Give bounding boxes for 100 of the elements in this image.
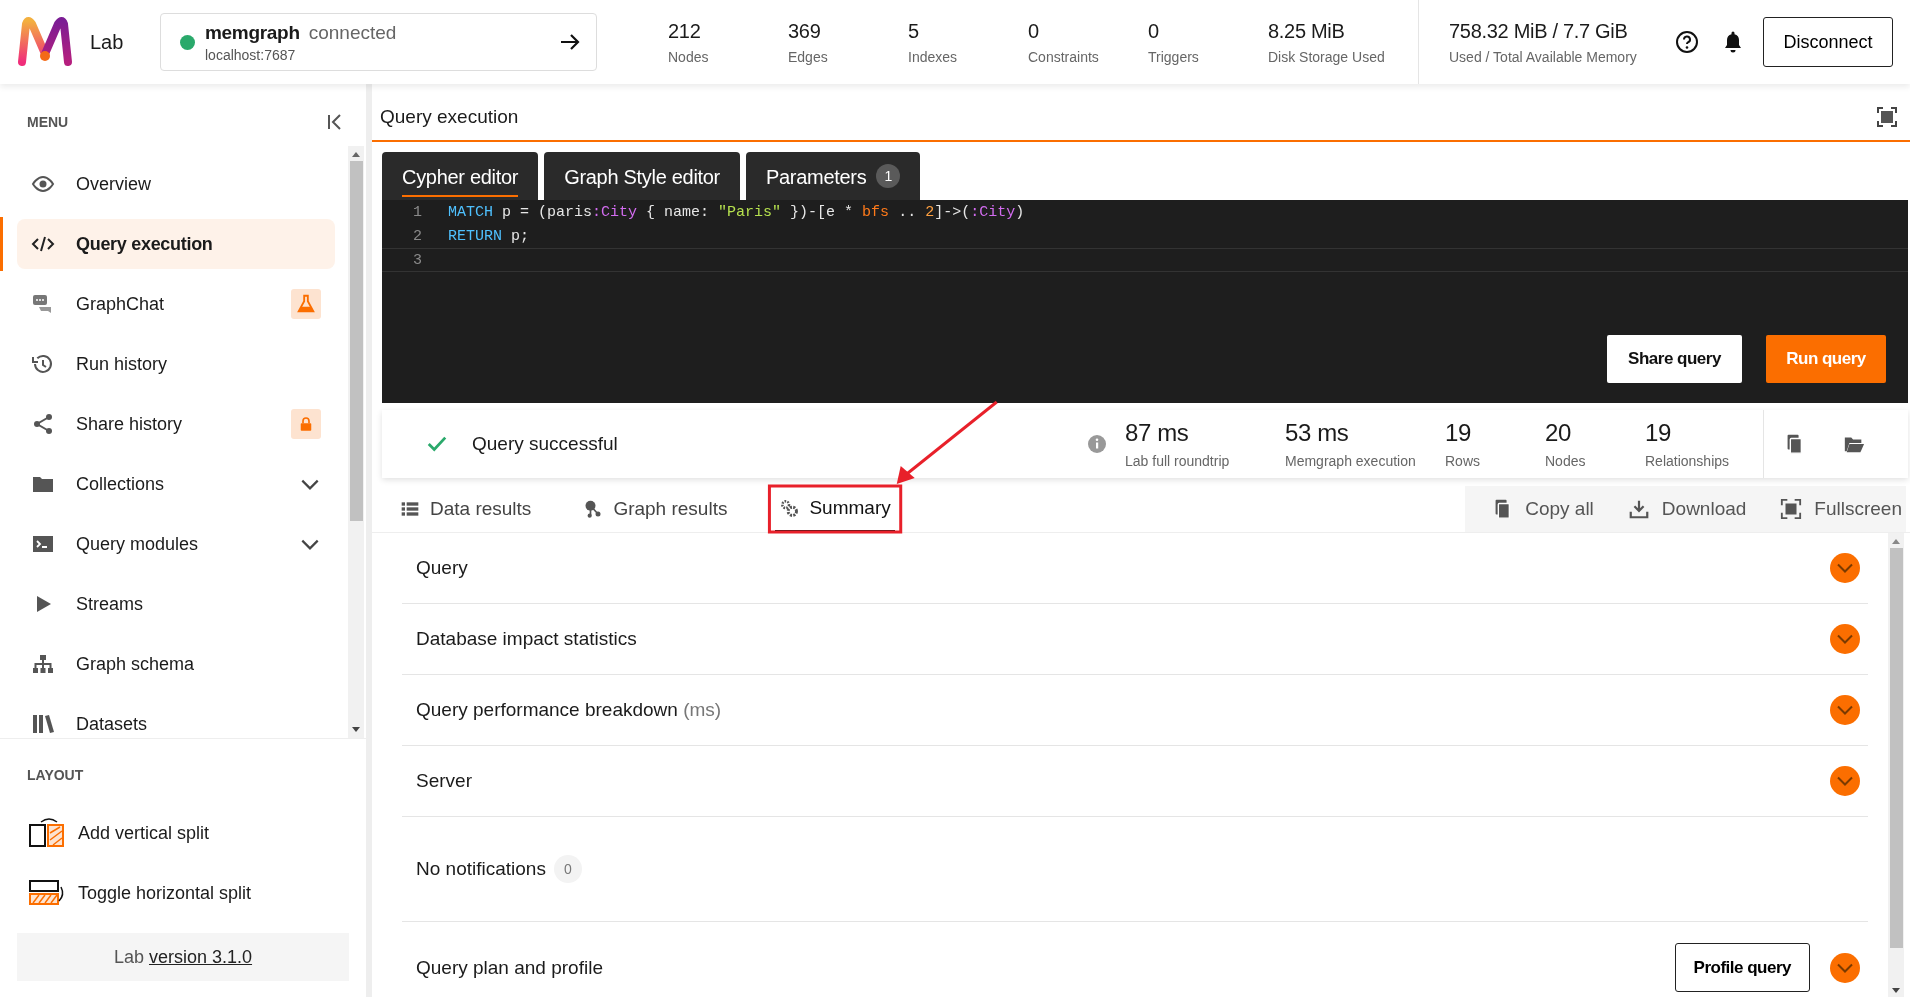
chevron-down-icon[interactable] xyxy=(301,538,319,550)
editor-tab[interactable]: Cypher editor xyxy=(382,152,539,200)
connection-name: memgraph xyxy=(205,21,300,44)
section-title: Query performance breakdown (ms) xyxy=(416,699,722,721)
section-title: No notifications xyxy=(416,858,546,880)
result-action[interactable]: Copy all xyxy=(1491,498,1594,520)
chevron-down-icon[interactable] xyxy=(301,478,319,490)
menu-item[interactable]: Query modules xyxy=(17,514,335,574)
collapse-icon[interactable] xyxy=(326,112,342,132)
metric-label: Relationships xyxy=(1645,453,1731,469)
menu-item[interactable]: Overview xyxy=(17,154,335,214)
menu-heading: MENU xyxy=(27,114,69,130)
info-icon[interactable] xyxy=(1087,434,1107,454)
metric-value: 20 xyxy=(1545,419,1572,447)
vertical-split-icon[interactable] xyxy=(29,817,66,849)
books-icon xyxy=(31,712,55,736)
stat-value: 0 xyxy=(1148,19,1160,43)
menu-item[interactable]: Datasets xyxy=(17,694,335,754)
scrollbar[interactable] xyxy=(1888,533,1904,997)
result-tab[interactable]: Graph results xyxy=(579,486,732,532)
line-number: 1 xyxy=(412,203,423,221)
metric-label: Nodes xyxy=(1545,453,1587,469)
result-tab[interactable]: Summary xyxy=(775,486,895,532)
menu-item[interactable]: GraphChat xyxy=(17,274,335,334)
expand-button[interactable] xyxy=(1830,695,1860,725)
chevron-down-icon xyxy=(1837,705,1853,715)
history-icon xyxy=(31,352,55,376)
metric-value: 53 ms xyxy=(1285,419,1350,447)
host-text: localhost:7687 xyxy=(205,46,297,63)
menu-item[interactable]: Streams xyxy=(17,574,335,634)
metric-value: 19 xyxy=(1645,419,1672,447)
disconnect-button[interactable]: Disconnect xyxy=(1763,17,1893,67)
menu-item[interactable]: Share history xyxy=(17,394,335,454)
profile-query-button[interactable]: Profile query xyxy=(1674,943,1810,992)
stat-label: Edges xyxy=(788,48,829,65)
expand-button[interactable] xyxy=(1830,952,1860,983)
connection-card[interactable]: memgraph connected localhost:7687 xyxy=(160,13,597,71)
expand-button[interactable] xyxy=(1830,624,1860,654)
hierarchy-icon xyxy=(31,652,55,676)
memory-label: Used / Total Available Memory xyxy=(1449,48,1638,65)
metric-value: 87 ms xyxy=(1125,419,1190,447)
editor-tab[interactable]: Graph Style editor xyxy=(544,152,740,200)
code-line: MATCH p = (paris:City { name: "Paris" })-[e * bfs .. 2]->(:City) xyxy=(448,203,1025,221)
connection-status: connected xyxy=(308,21,397,44)
line-number: 2 xyxy=(412,227,423,245)
stat-label: Triggers xyxy=(1148,48,1200,65)
stat-label: Disk Storage Used xyxy=(1268,48,1386,65)
code-editor[interactable]: 1 MATCH p = (paris:City { name: "Paris" })-[e * bfs .. 2]->(:City) 2 RETURN p; 3 Share query Run query xyxy=(382,200,1908,403)
fullscreen-icon xyxy=(1780,498,1803,520)
stat-value: 0 xyxy=(1028,19,1040,43)
section-title: Server xyxy=(416,770,472,792)
chevron-down-icon xyxy=(1837,563,1853,573)
result-action[interactable]: Fullscreen xyxy=(1780,498,1902,520)
layout-action[interactable]: Add vertical split xyxy=(78,822,210,844)
panel-title: Query execution xyxy=(380,105,519,128)
download-icon xyxy=(1627,498,1650,520)
logo-icon[interactable] xyxy=(16,16,74,68)
section-title: Database impact statistics xyxy=(416,628,637,650)
memory-value: 758.32 MiB / 7.7 GiB xyxy=(1449,19,1629,43)
stat-value: 369 xyxy=(788,19,822,43)
metric-label: Rows xyxy=(1445,453,1481,469)
count-badge: 0 xyxy=(553,855,582,883)
help-icon[interactable] xyxy=(1675,30,1699,54)
scrollbar[interactable] xyxy=(348,146,364,738)
line-number: 3 xyxy=(412,251,423,269)
layout-heading: LAYOUT xyxy=(26,766,85,785)
section-title: Query xyxy=(416,557,468,579)
section-title: Query plan and profile xyxy=(416,956,603,979)
chevron-down-icon xyxy=(1837,962,1853,973)
version-text: Lab version 3.1.0 xyxy=(113,946,253,968)
code-line: RETURN p; xyxy=(448,227,530,245)
result-tab[interactable]: Data results xyxy=(396,486,536,532)
expand-button[interactable] xyxy=(1830,553,1860,583)
share-icon xyxy=(31,412,55,436)
menu-item[interactable]: Run history xyxy=(17,334,335,394)
chevron-down-icon xyxy=(1837,776,1853,786)
stat-label: Indexes xyxy=(908,48,959,65)
stat-label: Constraints xyxy=(1028,48,1100,65)
chevron-down-icon xyxy=(1837,634,1853,644)
metric-value: 19 xyxy=(1445,419,1472,447)
gears-icon xyxy=(779,498,800,518)
menu-item[interactable]: Graph schema xyxy=(17,634,335,694)
share-query-button[interactable]: Share query xyxy=(1607,335,1742,383)
result-action[interactable]: Download xyxy=(1627,498,1747,520)
stat-label: Nodes xyxy=(668,48,710,65)
version-link[interactable]: version 3.1.0 xyxy=(149,946,253,967)
status-message: Query successful xyxy=(472,433,619,455)
stat-value: 5 xyxy=(908,19,920,43)
menu-item[interactable]: Collections xyxy=(17,454,335,514)
count-badge: 1 xyxy=(876,164,901,188)
list-icon xyxy=(400,499,420,519)
stat-value: 212 xyxy=(668,19,702,43)
stat-value: 8.25 MiB xyxy=(1268,19,1346,43)
expand-button[interactable] xyxy=(1830,766,1860,796)
fullscreen-icon[interactable] xyxy=(1876,105,1898,128)
metric-label: Lab full roundtrip xyxy=(1125,453,1231,469)
app-name: Lab xyxy=(90,30,125,54)
metric-label: Memgraph execution xyxy=(1285,453,1417,469)
layout-action[interactable]: Toggle horizontal split xyxy=(78,882,252,904)
editor-tab[interactable]: Parameters 1 xyxy=(745,152,921,200)
